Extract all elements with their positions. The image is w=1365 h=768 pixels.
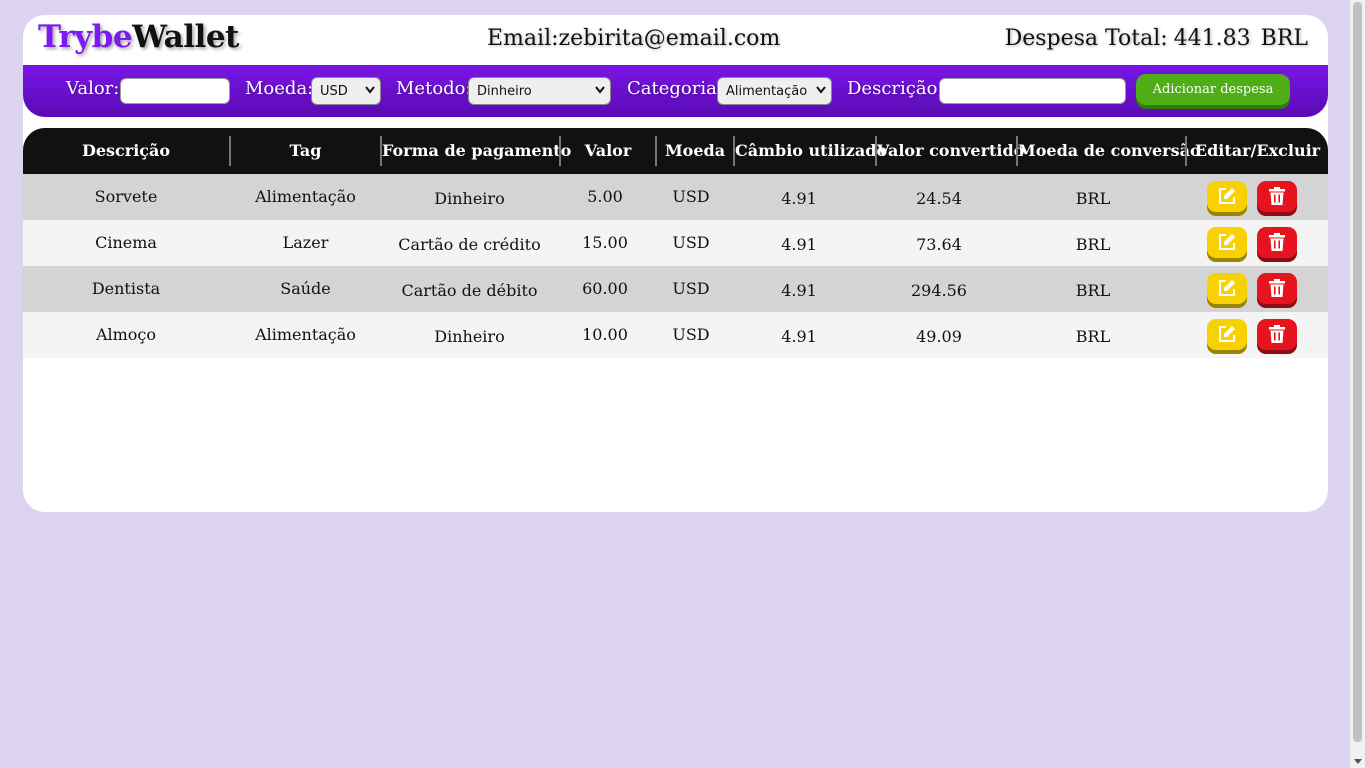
cell-tag: Lazer — [282, 233, 329, 252]
chevron-down-icon — [816, 86, 826, 94]
cell-conversao: BRL — [1075, 235, 1111, 254]
th-moeda: Moeda — [664, 141, 726, 160]
cell-conversao: BRL — [1075, 327, 1111, 346]
table-row: Sorvete Alimentação Dinheiro 5.00 USD 4.… — [23, 174, 1328, 220]
scroll-down-arrow-icon[interactable] — [1354, 759, 1362, 764]
cell-valor: 60.00 — [582, 279, 628, 298]
edit-icon — [1219, 326, 1235, 342]
cell-moeda: USD — [672, 187, 710, 206]
valor-label: Valor: — [66, 78, 120, 99]
th-tag: Tag — [289, 141, 322, 160]
delete-button[interactable] — [1257, 227, 1297, 258]
cell-tag: Saúde — [280, 279, 331, 298]
cell-forma: Dinheiro — [434, 189, 505, 208]
moeda-selected: USD — [320, 84, 348, 99]
cell-convertido: 49.09 — [916, 327, 962, 346]
cell-valor: 15.00 — [582, 233, 628, 252]
user-email: Email:zebirita@email.com — [487, 26, 781, 51]
total-expense: Despesa Total: 441.83 BRL — [1005, 26, 1308, 51]
add-expense-button[interactable]: Adicionar despesa — [1136, 74, 1290, 105]
logo-part-trybe: Trybe — [38, 19, 133, 55]
trash-icon — [1269, 325, 1285, 343]
cell-valor: 5.00 — [587, 187, 623, 206]
cell-tag: Alimentação — [255, 187, 356, 206]
descricao-label: Descrição: — [847, 78, 944, 99]
cell-valor: 10.00 — [582, 325, 628, 344]
moeda-select[interactable]: USD — [311, 77, 381, 105]
total-label: Despesa Total: — [1004, 26, 1168, 51]
page-scrollbar[interactable] — [1350, 0, 1365, 768]
cell-conversao: BRL — [1075, 189, 1111, 208]
table-row: Cinema Lazer Cartão de crédito 15.00 USD… — [23, 220, 1328, 266]
wallet-card: TrybeWallet Email:zebirita@email.com Des… — [23, 15, 1328, 512]
th-forma: Forma de pagamento — [382, 141, 572, 160]
descricao-input[interactable] — [939, 78, 1126, 104]
edit-button[interactable] — [1207, 273, 1247, 304]
edit-button[interactable] — [1207, 319, 1247, 350]
categoria-label: Categoria: — [627, 78, 723, 99]
cell-moeda: USD — [672, 279, 710, 298]
logo-part-wallet: Wallet — [132, 19, 239, 55]
cell-descricao: Almoço — [95, 325, 157, 344]
expense-form: Valor: Moeda: USD Metodo: Dinheiro Categ… — [23, 65, 1328, 117]
trash-icon — [1269, 233, 1285, 251]
edit-button[interactable] — [1207, 227, 1247, 258]
valor-input[interactable] — [120, 78, 230, 104]
chevron-down-icon — [595, 86, 605, 94]
delete-button[interactable] — [1257, 181, 1297, 212]
cell-cambio: 4.91 — [781, 235, 817, 254]
moeda-label: Moeda: — [245, 78, 314, 99]
metodo-select[interactable]: Dinheiro — [468, 77, 611, 105]
categoria-selected: Alimentação — [726, 84, 808, 99]
edit-icon — [1219, 188, 1235, 204]
trash-icon — [1269, 279, 1285, 297]
delete-button[interactable] — [1257, 319, 1297, 350]
th-valor: Valor — [584, 141, 632, 160]
edit-icon — [1219, 234, 1235, 250]
table-header: Descrição Tag Forma de pagamento Valor M… — [23, 128, 1328, 174]
cell-cambio: 4.91 — [781, 281, 817, 300]
metodo-label: Metodo: — [396, 78, 472, 99]
cell-forma: Dinheiro — [434, 327, 505, 346]
edit-icon — [1219, 280, 1235, 296]
cell-convertido: 294.56 — [911, 281, 967, 300]
cell-tag: Alimentação — [255, 325, 356, 344]
categoria-select[interactable]: Alimentação — [717, 77, 832, 105]
th-editar-excluir: Editar/Excluir — [1194, 141, 1321, 160]
logo: TrybeWallet — [38, 19, 239, 55]
header: TrybeWallet Email:zebirita@email.com Des… — [23, 15, 1328, 65]
cell-moeda: USD — [672, 233, 710, 252]
cell-descricao: Cinema — [95, 233, 157, 252]
th-conversao: Moeda de conversão — [1018, 141, 1201, 160]
cell-convertido: 24.54 — [916, 189, 962, 208]
cell-descricao: Dentista — [91, 279, 161, 298]
scrollbar-thumb[interactable] — [1353, 2, 1362, 742]
th-convertido: Valor convertido — [877, 141, 1025, 160]
table-row: Dentista Saúde Cartão de débito 60.00 US… — [23, 266, 1328, 312]
cell-conversao: BRL — [1075, 281, 1111, 300]
cell-forma: Cartão de crédito — [398, 235, 541, 254]
total-value: 441.83 — [1173, 26, 1251, 51]
cell-moeda: USD — [672, 325, 710, 344]
cell-cambio: 4.91 — [781, 327, 817, 346]
total-currency: BRL — [1260, 26, 1308, 51]
chevron-down-icon — [365, 86, 375, 94]
edit-button[interactable] — [1207, 181, 1247, 212]
delete-button[interactable] — [1257, 273, 1297, 304]
table-row: Almoço Alimentação Dinheiro 10.00 USD 4.… — [23, 312, 1328, 358]
cell-descricao: Sorvete — [94, 187, 158, 206]
trash-icon — [1269, 187, 1285, 205]
th-descricao: Descrição — [81, 141, 171, 160]
th-cambio: Câmbio utilizado — [735, 141, 888, 160]
cell-cambio: 4.91 — [781, 189, 817, 208]
metodo-selected: Dinheiro — [477, 84, 532, 99]
cell-convertido: 73.64 — [916, 235, 962, 254]
cell-forma: Cartão de débito — [401, 281, 538, 300]
